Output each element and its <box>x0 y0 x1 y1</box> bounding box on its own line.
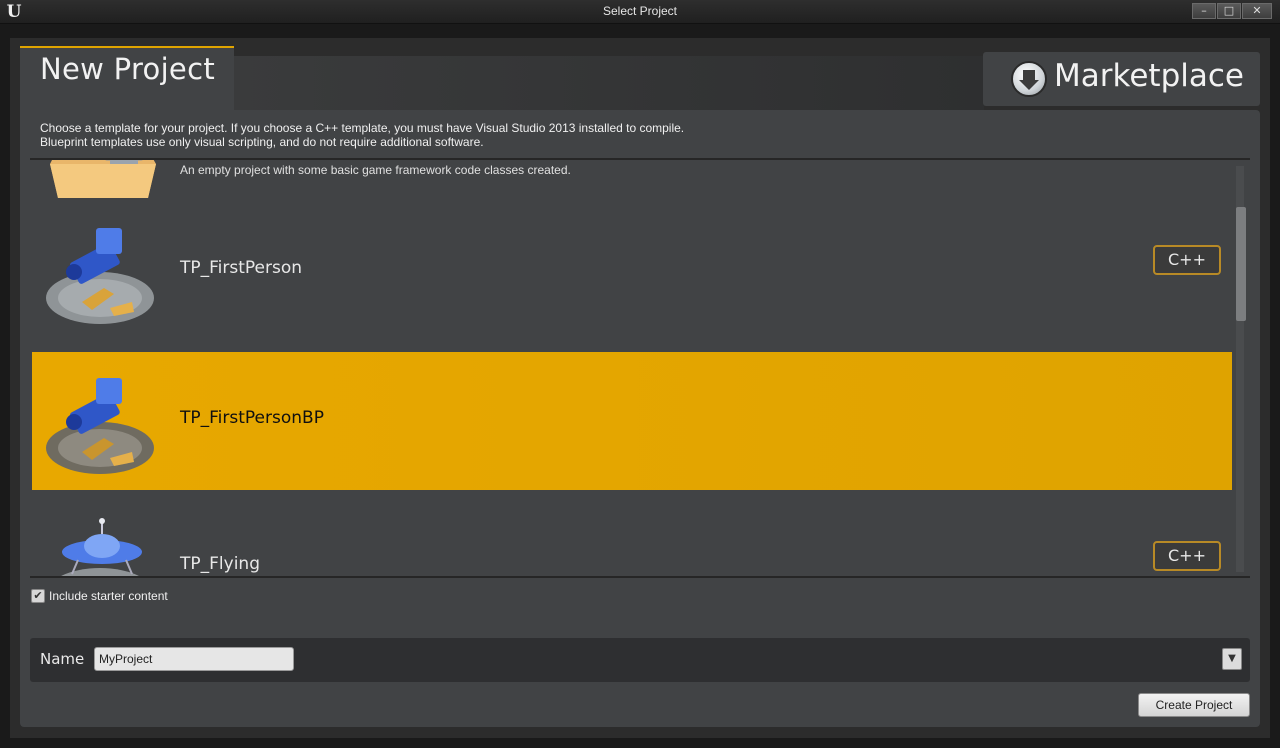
template-name: TP_Flying <box>180 554 260 574</box>
template-name: TP_FirstPerson <box>180 258 303 278</box>
tab-new-project[interactable]: New Project <box>20 46 234 110</box>
starter-content-checkbox[interactable]: ✔ <box>31 589 45 603</box>
window-title: Select Project <box>602 4 678 18</box>
folder-project-icon <box>50 160 156 198</box>
starter-content-option[interactable]: ✔ Include starter content <box>31 588 168 604</box>
template-row-tp-firstperson[interactable]: TP_FirstPerson C++ <box>32 202 1232 340</box>
project-name-bar: Name ▼ <box>30 638 1250 682</box>
name-label: Name <box>40 650 85 668</box>
template-description-text: An empty project with some basic game fr… <box>180 163 571 177</box>
first-person-camera-icon <box>46 378 154 474</box>
description-line-2: Blueprint templates use only visual scri… <box>40 135 484 149</box>
tab-new-project-label: New Project <box>40 52 215 86</box>
title-bar: U Select Project – □ ✕ <box>0 0 1280 24</box>
project-name-input[interactable] <box>94 647 294 671</box>
window-controls: – □ ✕ <box>1192 3 1272 19</box>
cpp-badge: C++ <box>1153 541 1221 571</box>
maximize-button[interactable]: □ <box>1217 3 1241 19</box>
first-person-camera-icon <box>46 228 154 324</box>
description-line-1: Choose a template for your project. If y… <box>40 121 685 135</box>
marketplace-label: Marketplace <box>1054 58 1244 94</box>
template-row-tp-flying[interactable]: TP_Flying C++ <box>32 498 1232 576</box>
template-description: Choose a template for your project. If y… <box>40 121 684 149</box>
flying-saucer-icon <box>61 518 142 576</box>
create-project-button[interactable]: Create Project <box>1138 693 1250 717</box>
template-row-tp-firstpersonbp[interactable]: TP_FirstPersonBP <box>32 352 1232 490</box>
template-name: TP_FirstPersonBP <box>180 408 324 428</box>
template-list: An empty project with some basic game fr… <box>30 160 1250 576</box>
marketplace-button[interactable]: Marketplace <box>983 52 1260 106</box>
download-icon <box>1011 61 1047 97</box>
tab-strip-background <box>234 56 984 110</box>
scrollbar-thumb[interactable] <box>1236 207 1246 321</box>
starter-content-label: Include starter content <box>49 589 168 603</box>
cpp-badge: C++ <box>1153 245 1221 275</box>
close-button[interactable]: ✕ <box>1242 3 1272 19</box>
divider-bottom <box>30 576 1250 578</box>
location-dropdown-button[interactable]: ▼ <box>1222 648 1242 670</box>
minimize-button[interactable]: – <box>1192 3 1216 19</box>
